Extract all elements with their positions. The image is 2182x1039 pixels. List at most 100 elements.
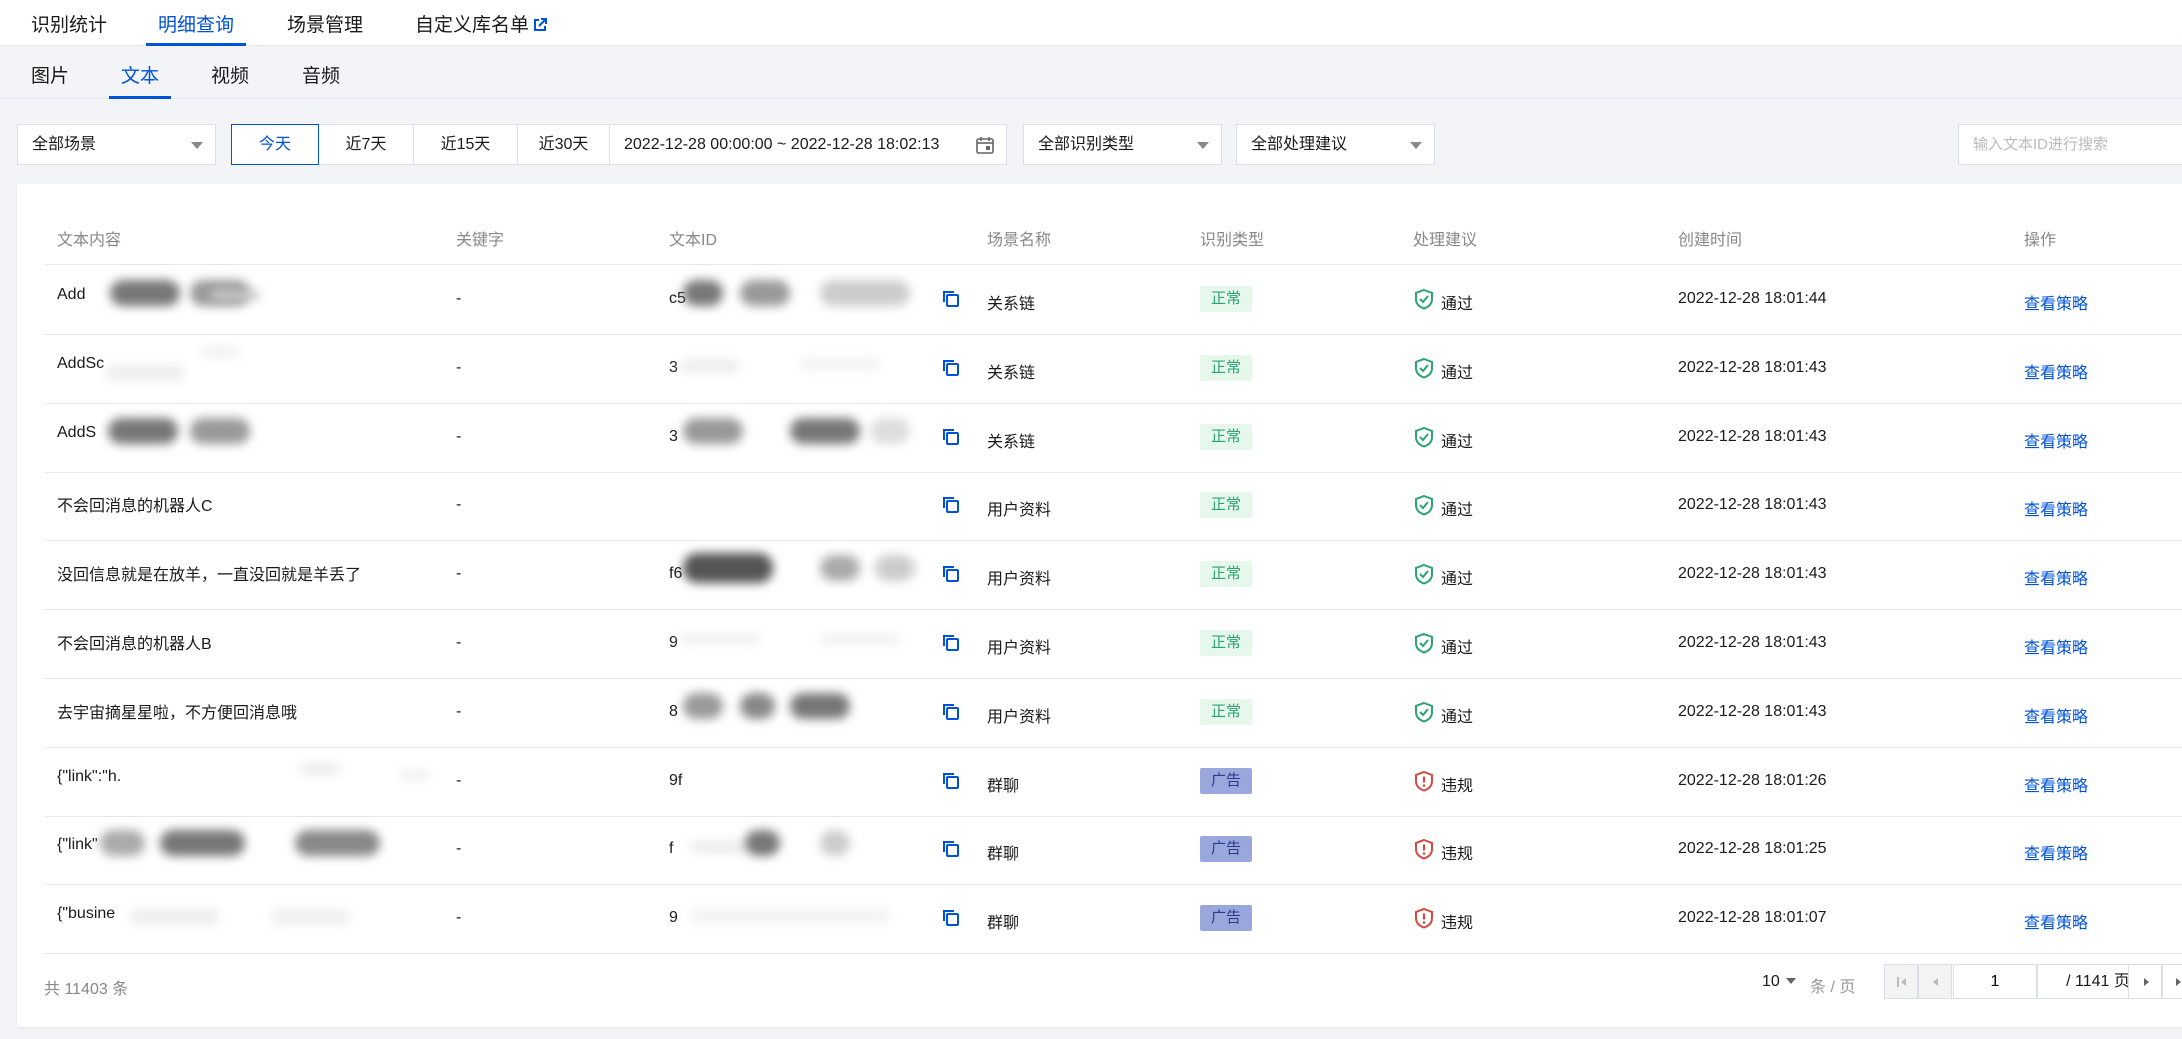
copy-icon[interactable]: [942, 703, 960, 721]
row-text-content: AddS: [57, 424, 97, 441]
row-scene: 群聊: [987, 915, 1020, 932]
row-created-time: 2022-12-28 18:01:43: [1678, 359, 1827, 376]
suggestion-select[interactable]: 全部处理建议: [1236, 124, 1435, 165]
redacted-blur: [740, 693, 775, 719]
next-page-button[interactable]: [2128, 964, 2162, 999]
row-text-content: 去宇宙摘星星啦，不方便回消息哦: [57, 705, 298, 722]
recognition-type-tag: 正常: [1200, 699, 1252, 725]
redacted-blur: [105, 365, 185, 381]
copy-icon[interactable]: [942, 565, 960, 583]
view-policy-link[interactable]: 查看策略: [2024, 634, 2088, 658]
text-id-search-input[interactable]: [1958, 124, 2182, 165]
recognition-type-value: 全部识别类型: [1038, 136, 1135, 153]
row-created-time: 2022-12-28 18:01:26: [1678, 772, 1827, 789]
tab-video[interactable]: 视频: [211, 46, 249, 99]
shield-alert-icon: [1415, 770, 1433, 792]
shield-check-icon: [1415, 494, 1433, 516]
tab-detail-query[interactable]: 明细查询: [145, 0, 247, 46]
row-text-content: Add: [57, 286, 86, 303]
view-policy-link[interactable]: 查看策略: [2024, 909, 2088, 933]
copy-icon[interactable]: [942, 909, 960, 927]
copy-icon[interactable]: [942, 634, 960, 652]
redacted-blur: [870, 418, 910, 444]
last-page-button[interactable]: [2162, 964, 2182, 999]
row-text-id: f6: [669, 565, 683, 582]
redacted-blur: [200, 345, 240, 359]
view-policy-link[interactable]: 查看策略: [2024, 290, 2088, 314]
tab-text[interactable]: 文本: [108, 46, 172, 99]
date-30days-button[interactable]: 近30天: [517, 124, 610, 165]
redacted-blur: [740, 280, 790, 306]
scene-select[interactable]: 全部场景: [17, 124, 216, 165]
row-divider: [45, 816, 2182, 817]
date-15days-button[interactable]: 近15天: [413, 124, 518, 165]
suggestion-label: 违规: [1441, 846, 1474, 863]
row-keyword: -: [456, 772, 462, 789]
row-text-id: f: [669, 840, 674, 857]
row-text-id: 9: [669, 909, 678, 926]
copy-icon[interactable]: [942, 840, 960, 858]
date-today-button[interactable]: 今天: [231, 124, 319, 165]
view-policy-link[interactable]: 查看策略: [2024, 428, 2088, 452]
chevron-right-icon: [2144, 978, 2149, 986]
view-policy-link[interactable]: 查看策略: [2024, 496, 2088, 520]
view-policy-link[interactable]: 查看策略: [2024, 359, 2088, 383]
row-text-id: 3: [669, 428, 678, 445]
suggestion-label: 通过: [1441, 502, 1474, 519]
recognition-type-tag: 广告: [1200, 768, 1252, 794]
copy-icon[interactable]: [942, 772, 960, 790]
row-keyword: -: [456, 565, 462, 582]
row-keyword: -: [456, 840, 462, 857]
tab-image[interactable]: 图片: [31, 46, 69, 99]
view-policy-link[interactable]: 查看策略: [2024, 840, 2088, 864]
row-created-time: 2022-12-28 18:01:25: [1678, 840, 1827, 857]
page-size-value: 10: [1762, 973, 1780, 990]
row-scene: 用户资料: [987, 502, 1052, 519]
chevron-down-icon: [1410, 142, 1422, 149]
date-range-picker[interactable]: 2022-12-28 00:00:00 ~ 2022-12-28 18:02:1…: [609, 124, 1007, 165]
row-scene: 关系链: [987, 296, 1036, 313]
copy-icon[interactable]: [942, 359, 960, 377]
shield-check-icon: [1415, 563, 1433, 585]
copy-icon[interactable]: [942, 496, 960, 514]
suggestion-label: 通过: [1441, 709, 1474, 726]
row-created-time: 2022-12-28 18:01:44: [1678, 290, 1827, 307]
recognition-type-tag: 正常: [1200, 355, 1252, 381]
row-text-content: 没回信息就是在放羊，一直没回就是羊丢了: [57, 567, 362, 584]
tab-custom-library[interactable]: 自定义库名单: [415, 0, 548, 46]
recognition-type-tag: 正常: [1200, 424, 1252, 450]
row-scene: 关系链: [987, 434, 1036, 451]
prev-page-button[interactable]: [1918, 964, 1952, 999]
total-count: 共 11403 条: [44, 981, 129, 998]
redacted-blur: [690, 909, 890, 923]
row-divider: [45, 403, 2182, 404]
first-page-button[interactable]: [1884, 964, 1918, 999]
external-link-icon: [534, 18, 548, 31]
copy-icon[interactable]: [942, 428, 960, 446]
view-policy-link[interactable]: 查看策略: [2024, 772, 2088, 796]
column-header-created-time: 创建时间: [1678, 232, 1743, 249]
suggestion-label: 违规: [1441, 778, 1474, 795]
shield-check-icon: [1415, 288, 1433, 310]
view-policy-link[interactable]: 查看策略: [2024, 703, 2088, 727]
calendar-icon: [976, 137, 994, 154]
last-page-icon: [2176, 978, 2181, 986]
tab-recognition-stats[interactable]: 识别统计: [31, 0, 107, 46]
date-7days-button[interactable]: 近7天: [318, 124, 414, 165]
redacted-blur: [210, 290, 260, 300]
suggestion-label: 通过: [1441, 571, 1474, 588]
recognition-type-select[interactable]: 全部识别类型: [1023, 124, 1222, 165]
tab-audio[interactable]: 音频: [302, 46, 340, 99]
view-policy-link[interactable]: 查看策略: [2024, 565, 2088, 589]
chevron-left-icon: [1933, 978, 1938, 986]
column-header-keyword: 关键字: [456, 232, 505, 249]
page-size-select[interactable]: 10: [1762, 973, 1796, 991]
page-number-input[interactable]: [1953, 964, 2037, 999]
redacted-blur: [295, 830, 380, 856]
copy-icon[interactable]: [942, 290, 960, 308]
tab-scene-management[interactable]: 场景管理: [287, 0, 363, 46]
redacted-blur: [690, 840, 750, 854]
redacted-blur: [683, 280, 723, 306]
redacted-blur: [800, 359, 880, 369]
row-text-content: AddSc: [57, 355, 105, 372]
